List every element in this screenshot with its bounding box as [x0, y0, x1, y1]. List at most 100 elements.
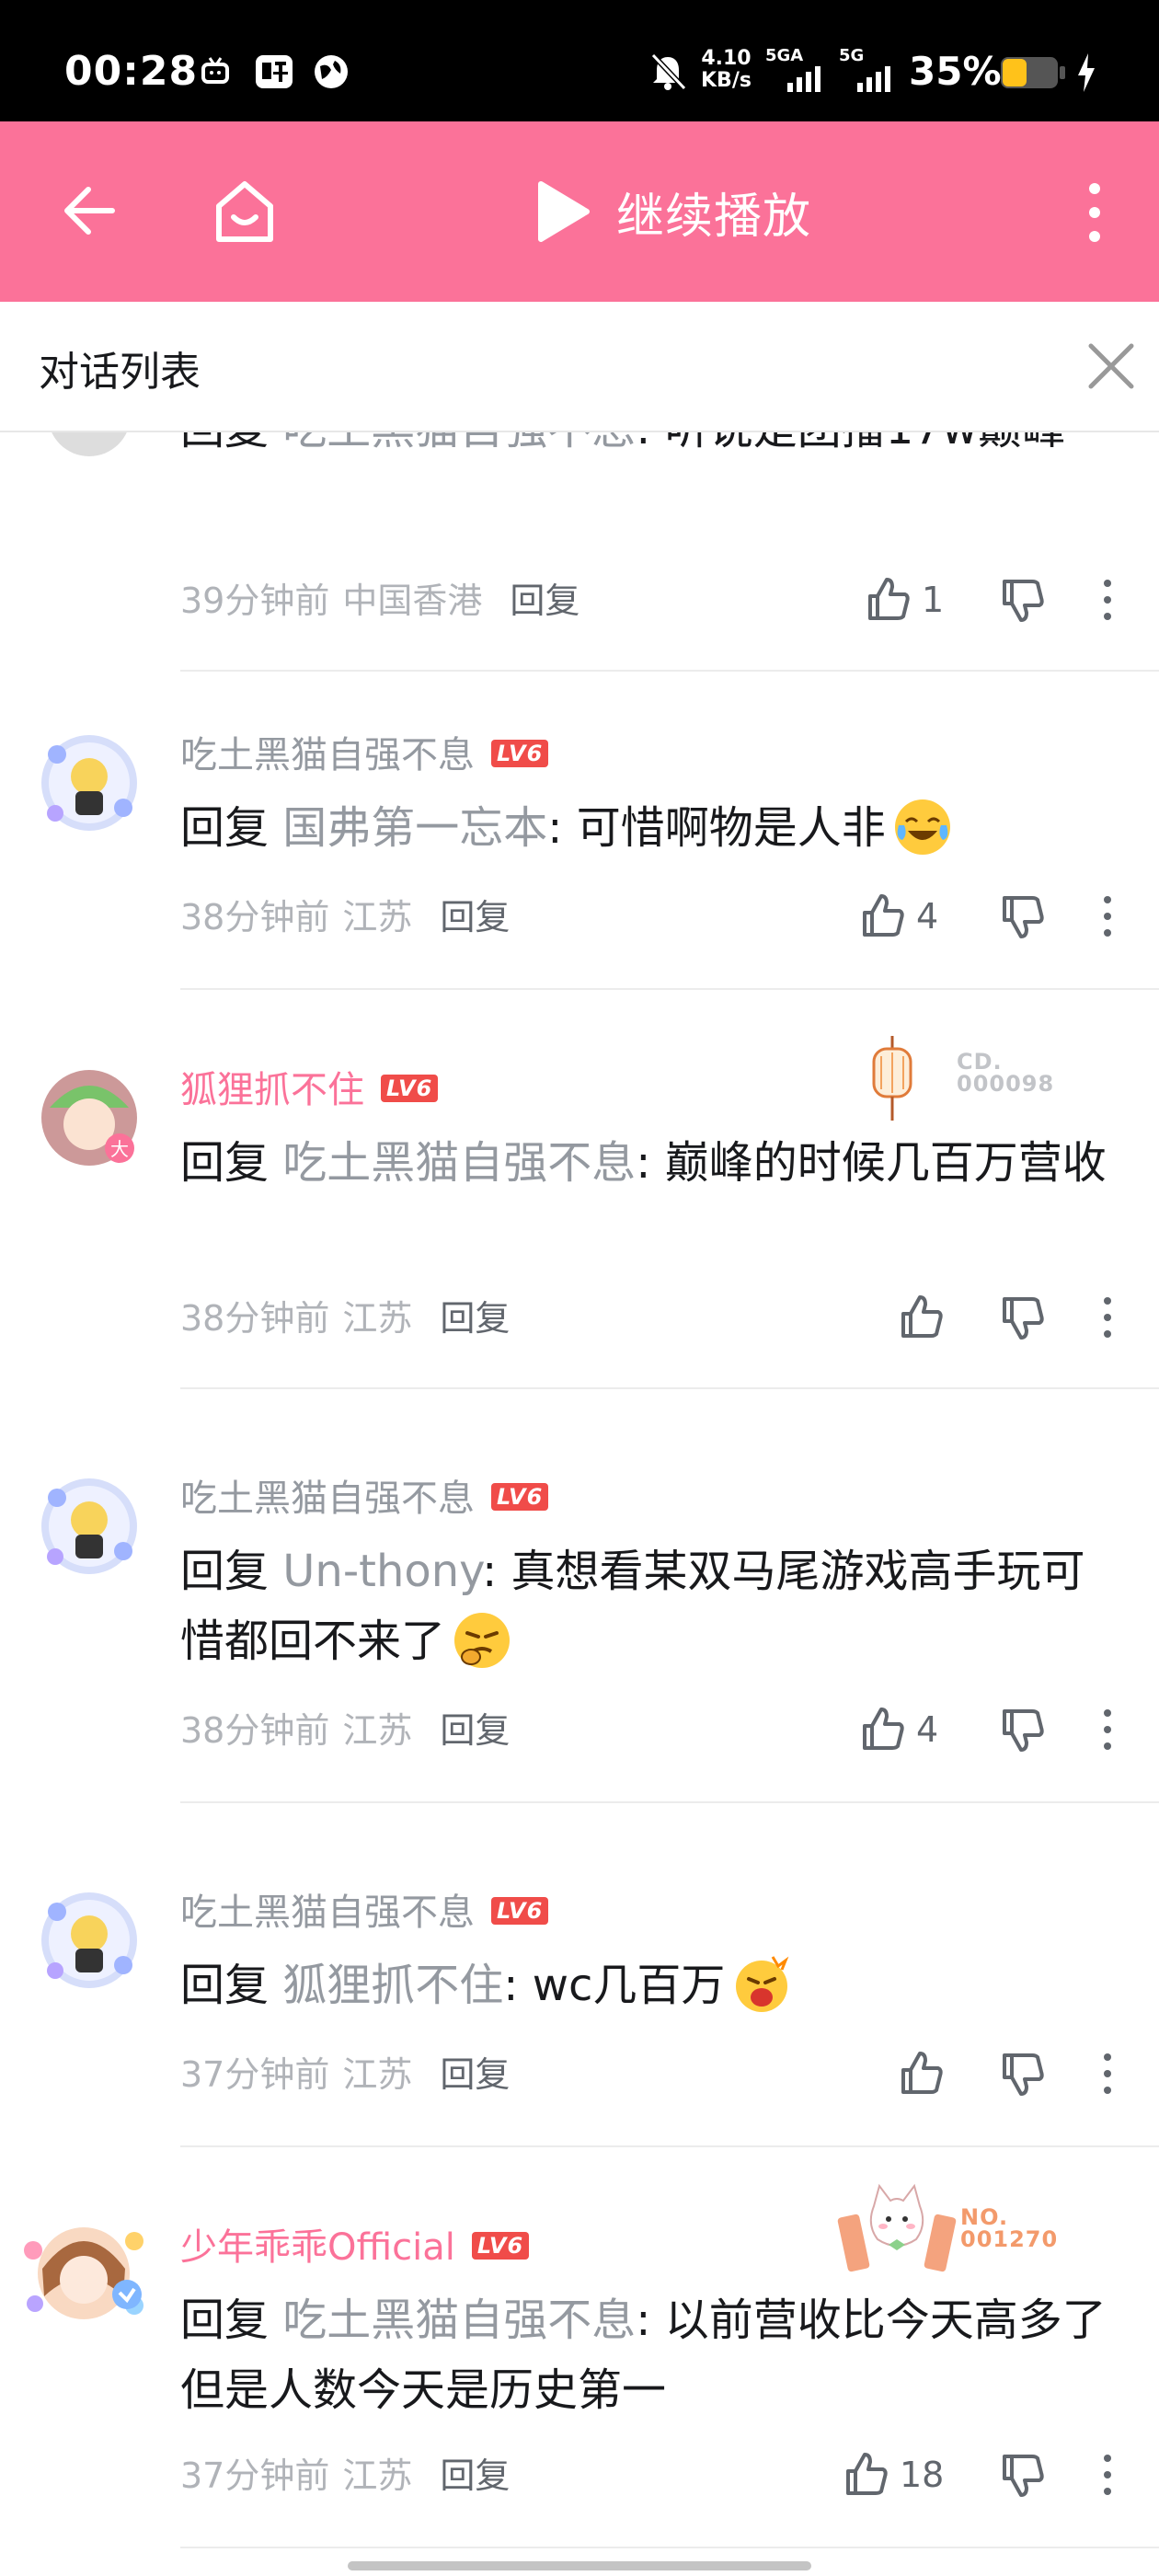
dialog-title: 对话列表	[39, 349, 201, 396]
divider	[180, 2547, 1159, 2548]
like-button[interactable]: 4	[859, 1706, 938, 1754]
home-indicator[interactable]	[348, 2561, 811, 2570]
thumbs-down-icon[interactable]	[999, 1294, 1047, 1341]
more-vertical-icon[interactable]	[1100, 576, 1115, 624]
comment-content: 回复 Un-thony: 真想看某双马尾游戏高手玩可惜都回不来了	[180, 1536, 1119, 1676]
net-speed-unit: KB/s	[701, 69, 752, 92]
more-vertical-icon[interactable]	[1082, 180, 1107, 245]
like-button[interactable]: 4	[859, 892, 938, 940]
like-count: 18	[900, 2455, 945, 2495]
username[interactable]: 狐狸抓不住 LV6	[180, 1067, 439, 1113]
laughing-tears-emoji	[894, 799, 950, 855]
charging-icon	[1078, 53, 1095, 92]
username[interactable]: 吃土黑猫自强不息 LV6	[180, 732, 549, 778]
battery-icon	[1001, 57, 1065, 88]
home-icon[interactable]	[210, 177, 280, 247]
thumbs-down-icon[interactable]	[999, 2050, 1047, 2098]
username-text: 狐狸抓不住	[180, 1069, 364, 1111]
level-badge: LV6	[491, 1897, 549, 1925]
like-button[interactable]	[898, 2050, 955, 2098]
comment-list[interactable]: 回复 吃土黑猫自强不息: 听说是团播17w巅峰 39分钟前中国香港回复 1 吃土…	[0, 432, 1159, 2576]
level-badge: LV6	[471, 2232, 530, 2260]
signal-icon	[857, 66, 890, 92]
battery-percent: 35%	[909, 49, 1002, 94]
comment-content: 回复 吃土黑猫自强不息: 以前营收比今天高多了 但是人数今天是历史第一	[180, 2285, 1119, 2425]
divider	[180, 670, 1159, 672]
like-count: 4	[916, 896, 939, 937]
mute-icon	[650, 52, 687, 91]
mention-link[interactable]: 吃土黑猫自强不息	[282, 432, 636, 454]
content-text: : 听说是团播17w巅峰	[636, 432, 1066, 454]
content-prefix: 回复	[180, 1546, 283, 1597]
thumbs-up-icon	[863, 894, 904, 937]
more-vertical-icon[interactable]	[1100, 2451, 1115, 2499]
avatar[interactable]: 大	[35, 1064, 143, 1172]
comment-actions: 4	[0, 892, 1159, 948]
mention-link[interactable]: Un-thony	[282, 1546, 482, 1597]
content-prefix: 回复	[180, 1960, 283, 2011]
thumbs-down-icon[interactable]	[999, 576, 1047, 624]
divider	[180, 988, 1159, 990]
mention-link[interactable]: 吃土黑猫自强不息	[282, 2294, 636, 2346]
more-vertical-icon[interactable]	[1100, 1706, 1115, 1754]
thumbs-down-icon[interactable]	[999, 892, 1047, 940]
top-bar: 继续播放	[0, 121, 1159, 302]
like-button[interactable]: 18	[843, 2451, 944, 2499]
content-prefix: 回复	[180, 1137, 283, 1189]
username[interactable]: 吃土黑猫自强不息 LV6	[180, 1476, 549, 1522]
divider	[180, 1387, 1159, 1389]
more-vertical-icon[interactable]	[1100, 1294, 1115, 1341]
like-button[interactable]: 1	[865, 576, 944, 624]
avatar[interactable]	[48, 432, 131, 456]
thumbs-down-icon[interactable]	[999, 2451, 1047, 2499]
content-prefix: 回复	[180, 432, 282, 454]
comment-content: 回复 国弗第一忘本: 可惜啊物是人非	[180, 793, 1119, 863]
mention-link[interactable]: 吃土黑猫自强不息	[282, 1137, 636, 1189]
fan-badge-text: NO. 001270	[960, 2206, 1058, 2250]
fan-badge-text: CD. 000098	[957, 1051, 1054, 1095]
username[interactable]: 吃土黑猫自强不息 LV6	[180, 1890, 549, 1936]
back-arrow-icon[interactable]	[61, 182, 118, 239]
thumbs-down-icon[interactable]	[999, 1706, 1047, 1754]
like-button[interactable]	[898, 1294, 955, 1341]
fan-badge-line-2: 000098	[957, 1071, 1055, 1097]
avatar[interactable]	[35, 729, 143, 837]
header-title: 继续播放	[616, 189, 812, 245]
net-speed: 4.10 KB/s	[701, 48, 752, 92]
net-speed-value: 4.10	[701, 47, 752, 70]
mention-link[interactable]: 国弗第一忘本	[282, 802, 547, 854]
lantern-badge-icon	[872, 1036, 912, 1121]
like-count: 4	[916, 1709, 939, 1750]
avatar[interactable]	[35, 1886, 143, 1995]
comment-actions	[0, 2050, 1159, 2105]
more-vertical-icon[interactable]	[1100, 892, 1115, 940]
fan-badge-line-1: CD.	[957, 1049, 1003, 1075]
comment-actions: 4	[0, 1706, 1159, 1761]
sticker-icon	[256, 55, 293, 88]
thumbs-up-icon	[846, 2453, 888, 2495]
close-icon[interactable]	[1085, 340, 1137, 392]
tv-icon	[201, 57, 229, 84]
level-badge: LV6	[491, 740, 549, 767]
divider	[180, 1801, 1159, 1803]
comment-actions	[0, 1294, 1159, 1349]
status-time: 00:28	[64, 48, 199, 95]
continue-play-button[interactable]: 继续播放	[534, 177, 811, 247]
more-vertical-icon[interactable]	[1100, 2050, 1115, 2098]
username[interactable]: 少年乖乖Official LV6	[180, 2225, 530, 2271]
sim2-type: 5G	[839, 46, 865, 65]
level-badge: LV6	[381, 1075, 439, 1102]
content-prefix: 回复	[180, 802, 283, 854]
content-text: : 可惜啊物是人非	[547, 802, 886, 854]
fan-badge-line-2: 001270	[960, 2226, 1059, 2252]
divider	[180, 2145, 1159, 2147]
username-text: 吃土黑猫自强不息	[180, 1892, 475, 1934]
avatar[interactable]	[15, 2204, 153, 2342]
cat-badge-icon	[837, 2183, 957, 2272]
mention-link[interactable]: 狐狸抓不住	[282, 1960, 503, 2011]
svg-text:大: 大	[110, 1138, 129, 1160]
avatar[interactable]	[35, 1472, 143, 1581]
level-badge: LV6	[491, 1483, 549, 1511]
thumbs-up-icon	[901, 2052, 943, 2094]
content-text: : wc几百万	[503, 1960, 726, 2011]
